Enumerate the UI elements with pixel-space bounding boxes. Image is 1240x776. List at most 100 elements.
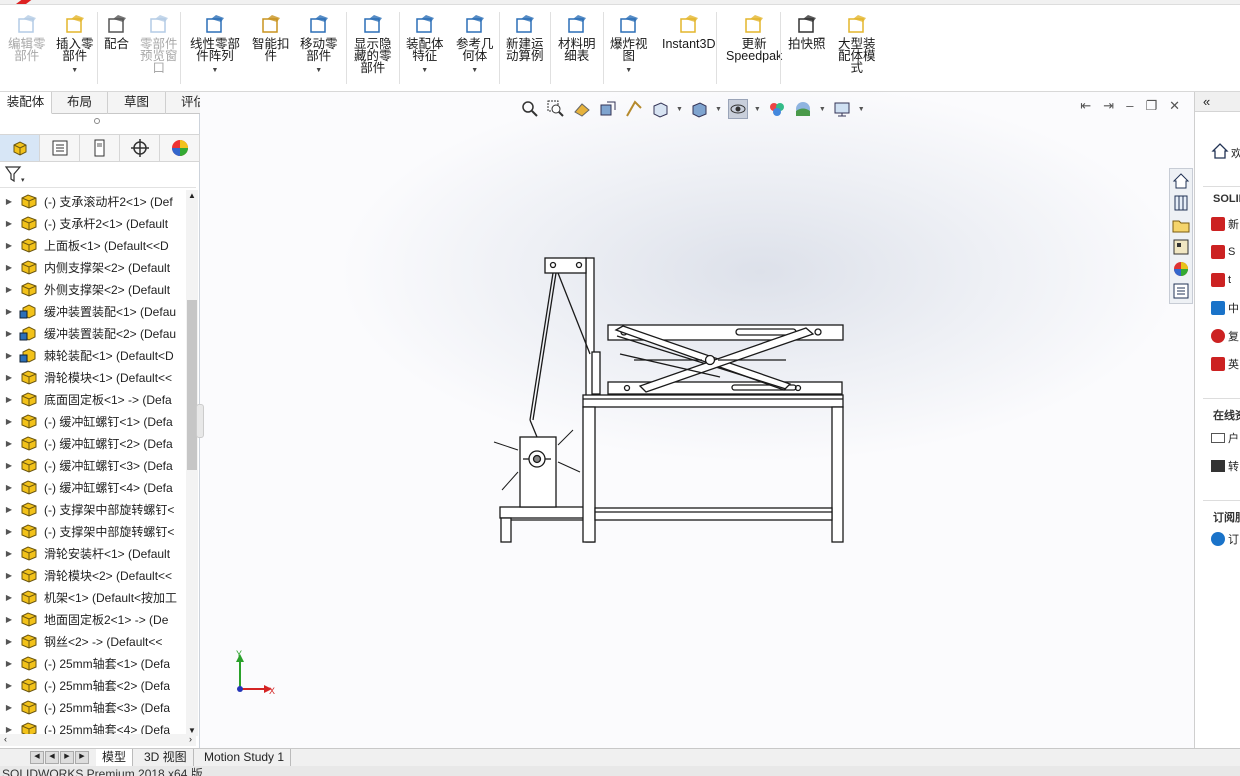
home-icon[interactable] <box>1211 142 1229 160</box>
ribbon-button-insert-component[interactable]: 插入零 部件 ▼ <box>56 14 94 77</box>
ribbon-button-mate[interactable]: 配合 <box>104 14 129 50</box>
tree-item[interactable]: ▶ 内侧支撑架<2> (Default <box>0 256 186 278</box>
bottom-tab-1[interactable]: 3D 视图 <box>138 749 194 766</box>
tree-item[interactable]: ▶ (-) 缓冲缸螺钉<4> (Defa <box>0 476 186 498</box>
tool-row-2[interactable]: S <box>1211 242 1240 262</box>
next-tab-icon[interactable]: ▶ <box>60 751 74 764</box>
expand-arrow-icon[interactable]: ▶ <box>0 417 18 426</box>
expand-arrow-icon[interactable]: ▶ <box>0 351 18 360</box>
panel-splitter-handle[interactable] <box>196 404 204 438</box>
tool-row-6[interactable]: 英 <box>1211 354 1240 374</box>
expand-arrow-icon[interactable]: ▶ <box>0 571 18 580</box>
ribbon-button-assembly-features[interactable]: 装配体 特征 ▼ <box>406 14 444 77</box>
last-tab-icon[interactable]: ▶ <box>75 751 89 764</box>
expand-arrow-icon[interactable]: ▶ <box>0 373 18 382</box>
ribbon-button-linear-pattern[interactable]: 线性零部 件阵列 ▼ <box>190 14 240 77</box>
expand-arrow-icon[interactable]: ▶ <box>0 285 18 294</box>
expand-arrow-icon[interactable]: ▶ <box>0 659 18 668</box>
expand-arrow-icon[interactable]: ▶ <box>0 505 18 514</box>
subscription-row-1[interactable]: 订 <box>1211 529 1240 549</box>
online-row-2[interactable]: 转 <box>1211 456 1240 476</box>
scroll-up-icon[interactable]: ▲ <box>188 191 196 200</box>
expand-arrow-icon[interactable]: ▶ <box>0 329 18 338</box>
ribbon-button-instant3d[interactable]: Instant3D <box>662 14 716 50</box>
expand-arrow-icon[interactable]: ▶ <box>0 483 18 492</box>
tree-item[interactable]: ▶ 外侧支撑架<2> (Default <box>0 278 186 300</box>
tree-item[interactable]: ▶ 钢丝<2> -> (Default<< <box>0 630 186 652</box>
tree-item[interactable]: ▶ 地面固定板2<1> -> (De <box>0 608 186 630</box>
ribbon-button-snapshot[interactable]: 拍快照 <box>788 14 826 50</box>
tree-item[interactable]: ▶ 滑轮模块<2> (Default<< <box>0 564 186 586</box>
tree-item[interactable]: ▶ (-) 支承杆2<1> (Default <box>0 212 186 234</box>
expand-arrow-icon[interactable]: ▶ <box>0 549 18 558</box>
expand-arrow-icon[interactable]: ▶ <box>0 527 18 536</box>
dropdown-caret-icon[interactable]: ▼ <box>471 65 478 77</box>
assembly-model[interactable]: Y X <box>200 92 1194 748</box>
bottom-tab-2[interactable]: Motion Study 1 <box>198 749 292 766</box>
graphics-area[interactable]: ▼ ▼ ▼ ▼ ▼ ⇤ ⇥ – ❐ ✕ Y X <box>200 92 1194 748</box>
tab-display-manager[interactable] <box>160 135 200 161</box>
ribbon-button-show-hidden[interactable]: 显示隐 藏的零 部件 <box>354 14 392 74</box>
ground-plate-left[interactable] <box>499 506 586 543</box>
tree-item[interactable]: ▶ 滑轮模块<1> (Default<< <box>0 366 186 388</box>
panel-collapse-handle-icon[interactable] <box>94 118 100 124</box>
tree-item[interactable]: ▶ 棘轮装配<1> (Default<D <box>0 344 186 366</box>
expand-arrow-icon[interactable]: ▶ <box>0 263 18 272</box>
tree-item[interactable]: ▶ 机架<1> (Default<按加工 <box>0 586 186 608</box>
view-palette-icon[interactable] <box>1171 237 1191 257</box>
ribbon-button-new-motion-study[interactable]: 新建运 动算例 <box>506 14 544 62</box>
tree-item[interactable]: ▶ (-) 缓冲缸螺钉<3> (Defa <box>0 454 186 476</box>
tree-item[interactable]: ▶ 缓冲装置装配<2> (Defau <box>0 322 186 344</box>
expand-arrow-icon[interactable]: ▶ <box>0 395 18 404</box>
expand-arrow-icon[interactable]: ▶ <box>0 219 18 228</box>
filter-icon[interactable]: ▾ <box>4 165 26 185</box>
machine-frame[interactable] <box>582 394 844 543</box>
expand-arrow-icon[interactable]: ▶ <box>0 725 18 734</box>
first-tab-icon[interactable]: ◀ <box>30 751 44 764</box>
winch-box[interactable] <box>493 419 581 508</box>
ribbon-button-move-component[interactable]: 移动零 部件 ▼ <box>300 14 338 77</box>
tree-vertical-scrollbar[interactable]: ▲ ▼ <box>186 190 198 736</box>
file-explorer-icon[interactable] <box>1171 215 1191 235</box>
dropdown-caret-icon[interactable]: ▼ <box>315 65 322 77</box>
tool-row-5[interactable]: 复 <box>1211 326 1240 346</box>
expand-arrow-icon[interactable]: ▶ <box>0 593 18 602</box>
tool-row-4[interactable]: 中 <box>1211 298 1240 318</box>
bottom-tab-0[interactable]: 模型 <box>96 749 134 766</box>
tab-configuration-manager[interactable] <box>80 135 120 161</box>
design-library-icon[interactable] <box>1171 193 1191 213</box>
tree-item[interactable]: ▶ 滑轮安装杆<1> (Default <box>0 542 186 564</box>
ribbon-button-bom[interactable]: 材料明 细表 <box>558 14 596 62</box>
dropdown-caret-icon[interactable]: ▼ <box>421 65 428 77</box>
home-resources-icon[interactable] <box>1171 171 1191 191</box>
tree-item[interactable]: ▶ (-) 25mm轴套<2> (Defa <box>0 674 186 696</box>
tree-item[interactable]: ▶ 缓冲装置装配<1> (Defau <box>0 300 186 322</box>
ribbon-button-speedpak[interactable]: 更新 Speedpak <box>726 14 782 62</box>
scroll-thumb[interactable] <box>187 300 197 470</box>
ribbon-button-reference-geometry[interactable]: 参考几 何体 ▼ <box>456 14 494 77</box>
collapse-task-pane-icon[interactable]: « <box>1203 94 1210 109</box>
appearances-icon[interactable] <box>1171 259 1191 279</box>
tree-item[interactable]: ▶ (-) 支承滚动杆2<1> (Def <box>0 190 186 212</box>
tree-item[interactable]: ▶ (-) 支撑架中部旋转螺钉< <box>0 498 186 520</box>
expand-arrow-icon[interactable]: ▶ <box>0 307 18 316</box>
expand-arrow-icon[interactable]: ▶ <box>0 461 18 470</box>
scroll-left-icon[interactable]: ‹ <box>4 734 7 744</box>
ribbon-button-large-assembly[interactable]: 大型装 配体模 式 <box>838 14 876 74</box>
tree-item[interactable]: ▶ (-) 支撑架中部旋转螺钉< <box>0 520 186 542</box>
tab-property-manager[interactable] <box>40 135 80 161</box>
tree-item[interactable]: ▶ 上面板<1> (Default<<D <box>0 234 186 256</box>
expand-arrow-icon[interactable]: ▶ <box>0 439 18 448</box>
dropdown-caret-icon[interactable]: ▼ <box>212 65 219 77</box>
tree-horizontal-scrollbar[interactable]: ‹ › <box>0 734 196 746</box>
dropdown-caret-icon[interactable]: ▼ <box>625 65 632 77</box>
expand-arrow-icon[interactable]: ▶ <box>0 681 18 690</box>
tree-item[interactable]: ▶ (-) 25mm轴套<1> (Defa <box>0 652 186 674</box>
tab-0[interactable]: 装配体 <box>0 92 52 114</box>
expand-arrow-icon[interactable]: ▶ <box>0 241 18 250</box>
expand-arrow-icon[interactable]: ▶ <box>0 703 18 712</box>
dropdown-caret-icon[interactable]: ▼ <box>71 65 78 77</box>
tree-filter[interactable]: ▾ <box>0 162 196 188</box>
online-row-1[interactable]: 户 <box>1211 428 1240 448</box>
tab-dimxpert-manager[interactable] <box>120 135 160 161</box>
